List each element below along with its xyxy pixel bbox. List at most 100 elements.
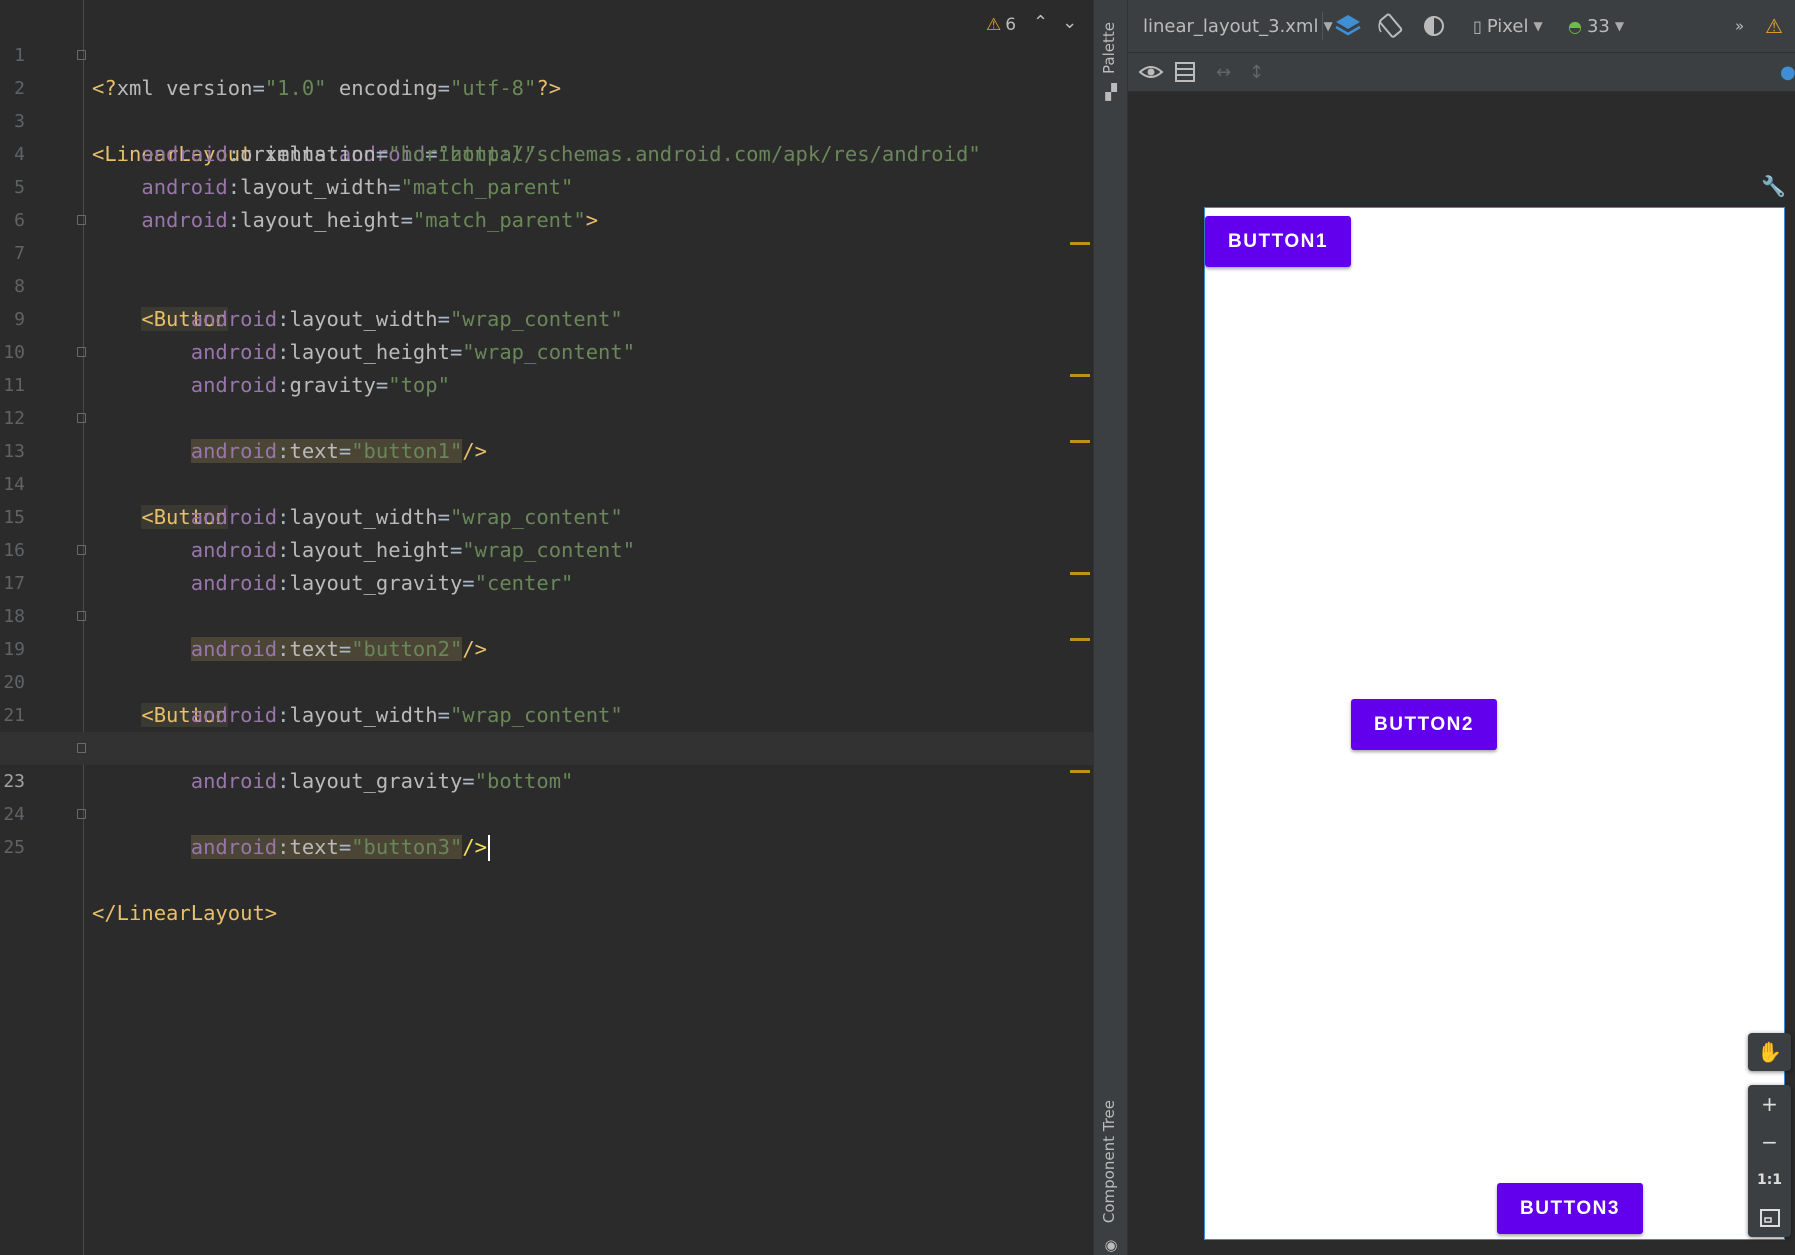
toolbar-separator [1322,12,1323,40]
code-lines: 1 <?xml version="1.0" encoding="utf-8"?>… [0,6,1093,925]
warning-highlight: android:text="button3" [190,835,463,859]
line-text: </LinearLayout> [92,897,277,930]
code-line: 22 android:layout_gravity="bottom" [0,699,1093,793]
code-line: 12 [0,369,1093,429]
android-icon: ◓ [1568,16,1582,36]
issues-button[interactable]: ⚠ [1765,0,1783,52]
device-selector[interactable]: ▯ Pixel ▼ [1473,0,1543,52]
code-line: 24 [0,765,1093,825]
api-level: 33 [1586,15,1610,37]
code-line: 14 android:layout_width="wrap_content" [0,435,1093,529]
code-line-current: 23 android:text="button3"/> [0,732,1093,861]
fold-icon[interactable] [77,347,86,357]
token: /> [462,835,487,859]
code-line: 1 <?xml version="1.0" encoding="utf-8"?> [0,6,1093,100]
double-chevron-right-icon: » [1735,17,1745,35]
design-toolbar: linear_layout_3.xml ▼ ▯ Pixel ▼ ◓ 33 ▼ »… [1128,0,1795,53]
token: text [289,835,339,859]
token: android [190,835,278,859]
zoom-actual-size-button[interactable]: 1:1 [1748,1161,1791,1199]
orientation-button[interactable] [1377,0,1405,52]
zoom-to-fit-button[interactable] [1748,1199,1791,1237]
code-line: 8 android:layout_width="wrap_content" [0,237,1093,331]
vertical-resize-icon: ↕ [1249,61,1265,83]
code-line: 25 </LinearLayout> [0,798,1093,925]
fold-icon[interactable] [77,413,86,423]
palette-icon: ▞ [1105,83,1117,101]
warning-marker[interactable] [1070,770,1090,773]
preview-button-1[interactable]: BUTTON1 [1205,216,1351,267]
layout-preview-canvas[interactable]: BUTTON1 BUTTON2 BUTTON3 [1204,207,1785,1240]
token: = [338,835,352,859]
warning-marker[interactable] [1070,572,1090,575]
view-options-button[interactable] [1138,53,1164,91]
file-selector[interactable]: linear_layout_3.xml ▼ [1143,0,1333,52]
zoom-controls: + − 1:1 [1748,1085,1791,1237]
code-line: 6 [0,171,1093,231]
component-tree-tab[interactable]: Component Tree [1100,1100,1118,1223]
design-secondary-toolbar: ↔ ↕ ● [1128,53,1795,92]
help-icon[interactable]: ● [1780,53,1795,91]
palette-tab[interactable]: Palette [1100,22,1118,74]
code-line: 16 android:layout_gravity="center" [0,501,1093,595]
token: "button3" [351,835,463,859]
night-mode-button[interactable] [1421,0,1449,52]
file-name: linear_layout_3.xml [1143,15,1319,37]
more-actions-button[interactable]: » [1735,0,1744,52]
design-surface-button[interactable] [1334,0,1362,52]
api-level-selector[interactable]: ◓ 33 ▼ [1568,0,1624,52]
rotate-device-icon [1378,13,1403,38]
fold-icon[interactable] [77,545,86,555]
preview-button-2[interactable]: BUTTON2 [1351,699,1497,750]
warning-marker[interactable] [1070,638,1090,641]
fold-icon[interactable] [77,809,86,819]
chevron-down-icon: ▼ [1533,19,1543,33]
component-tree-tab-label: Component Tree [1100,1100,1118,1224]
warning-marker[interactable] [1070,242,1090,245]
hand-icon[interactable]: ✋ [1748,1033,1791,1071]
code-line: 5 android:layout_height="match_parent"> [0,138,1093,232]
zoom-in-button[interactable]: + [1748,1085,1791,1123]
code-line: 7 <Button [0,204,1093,331]
palette-tab-label: Palette [1100,22,1118,74]
fold-icon[interactable] [77,611,86,621]
code-line: 11 android:text="button1"/> [0,336,1093,463]
code-line: 10 android:gravity="top" [0,303,1093,397]
code-line: 2 <LinearLayout xmlns:android="http://sc… [0,39,1093,166]
warning-icon: ⚠ [1765,14,1783,38]
theme-icon [1424,16,1444,36]
token: : [277,835,290,859]
chevron-down-icon: ▼ [1323,19,1333,33]
code-line: 19 <Button [0,600,1093,727]
horizontal-resize-icon: ↔ [1216,61,1232,83]
pan-tool[interactable]: ✋ [1748,1033,1791,1071]
fit-screen-icon [1759,1209,1780,1227]
layers-icon [1335,15,1361,36]
blueprint-toggle-button[interactable] [1174,53,1196,91]
code-line: 18 [0,567,1093,627]
globe-icon: ◉ [1104,1236,1118,1254]
code-line: 20 android:layout_width="wrap_content" [0,633,1093,727]
code-line: 15 android:layout_height="wrap_content" [0,468,1093,562]
device-name: Pixel [1486,15,1529,37]
fold-icon[interactable] [77,743,86,753]
token: </LinearLayout> [92,901,278,925]
phone-icon: ▯ [1473,16,1482,36]
zoom-out-button[interactable]: − [1748,1123,1791,1161]
code-line: 3 android:orientation="horizontal" [0,72,1093,166]
line-text: android:text="button3"/> [92,831,490,864]
fold-icon[interactable] [77,50,86,60]
warning-marker[interactable] [1070,440,1090,443]
warning-marker[interactable] [1070,374,1090,377]
preview-button-3[interactable]: BUTTON3 [1497,1183,1643,1234]
code-line: 9 android:layout_height="wrap_content" [0,270,1093,364]
chevron-down-icon: ▼ [1614,19,1625,33]
text-caret [488,835,490,861]
code-line: 17 android:text="button2"/> [0,534,1093,661]
fold-icon[interactable] [77,215,86,225]
code-editor[interactable]: ⚠ 6 ⌃ ⌄ 1 <?xml version="1.0" encoding="… [0,0,1093,1255]
wrench-icon[interactable]: 🔧 [1761,174,1786,198]
layout-design-pane: linear_layout_3.xml ▼ ▯ Pixel ▼ ◓ 33 ▼ »… [1128,0,1795,1255]
eye-icon [1138,66,1164,78]
code-line: 21 android:layout_height="wrap_content" [0,666,1093,760]
